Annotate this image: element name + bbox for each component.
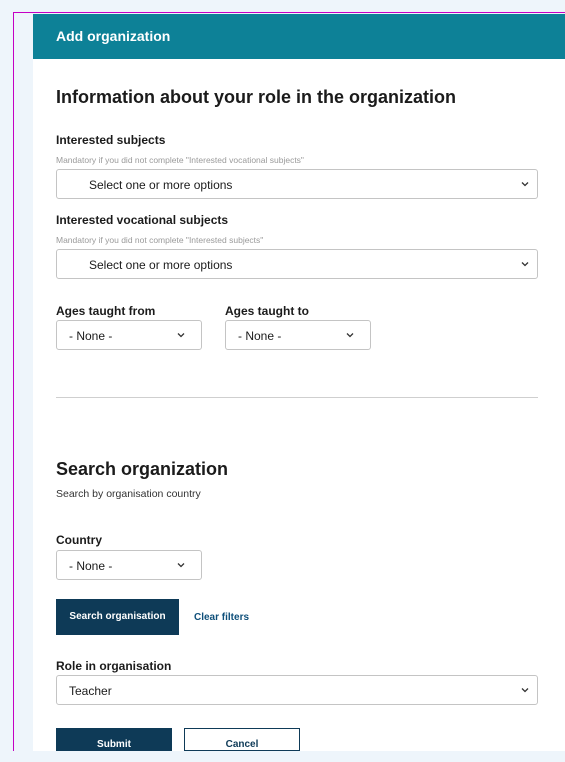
chevron-down-icon	[177, 333, 185, 338]
role-in-organisation-select[interactable]: Teacher	[56, 675, 538, 705]
search-organisation-button[interactable]: Search organisation	[56, 599, 179, 635]
role-section-heading: Information about your role in the organ…	[56, 87, 456, 107]
header-title: Add organization	[56, 28, 171, 44]
interested-vocational-subjects-select[interactable]: Select one or more options	[56, 249, 538, 279]
role-in-organisation-value: Teacher	[69, 684, 112, 698]
ages-to-value: - None -	[238, 329, 282, 343]
chevron-down-icon	[521, 688, 529, 693]
interested-vocational-subjects-value: Select one or more options	[89, 258, 233, 272]
country-label: Country	[56, 533, 102, 547]
interested-subjects-hint: Mandatory if you did not complete "Inter…	[56, 155, 304, 165]
country-select[interactable]: - None -	[56, 550, 202, 580]
chevron-down-icon	[177, 563, 185, 568]
cancel-button[interactable]: Cancel	[184, 728, 300, 751]
ages-from-value: - None -	[69, 329, 113, 343]
interested-subjects-value: Select one or more options	[89, 178, 233, 192]
interested-subjects-select[interactable]: Select one or more options	[56, 169, 538, 199]
chevron-down-icon	[346, 333, 354, 338]
interested-vocational-subjects-hint: Mandatory if you did not complete "Inter…	[56, 235, 264, 245]
ages-from-select[interactable]: - None -	[56, 320, 202, 350]
submit-button[interactable]: Submit	[56, 728, 172, 751]
search-section-heading: Search organization	[56, 459, 229, 479]
chevron-down-icon	[521, 262, 529, 267]
search-section-description: Search by organisation country	[56, 488, 201, 500]
interested-vocational-subjects-label: Interested vocational subjects	[56, 213, 229, 227]
ages-from-label: Ages taught from	[56, 304, 156, 318]
chevron-down-icon	[521, 182, 529, 187]
clear-filters-link[interactable]: Clear filters	[194, 612, 249, 623]
card-header: Add organization	[33, 14, 565, 59]
ages-to-select[interactable]: - None -	[225, 320, 371, 350]
country-value: - None -	[69, 559, 113, 573]
section-divider	[56, 397, 538, 398]
add-organization-card: Add organization Information about your …	[33, 14, 565, 751]
ages-to-label: Ages taught to	[225, 304, 309, 318]
role-in-organisation-label: Role in organisation	[56, 659, 172, 673]
interested-subjects-label: Interested subjects	[56, 133, 166, 147]
